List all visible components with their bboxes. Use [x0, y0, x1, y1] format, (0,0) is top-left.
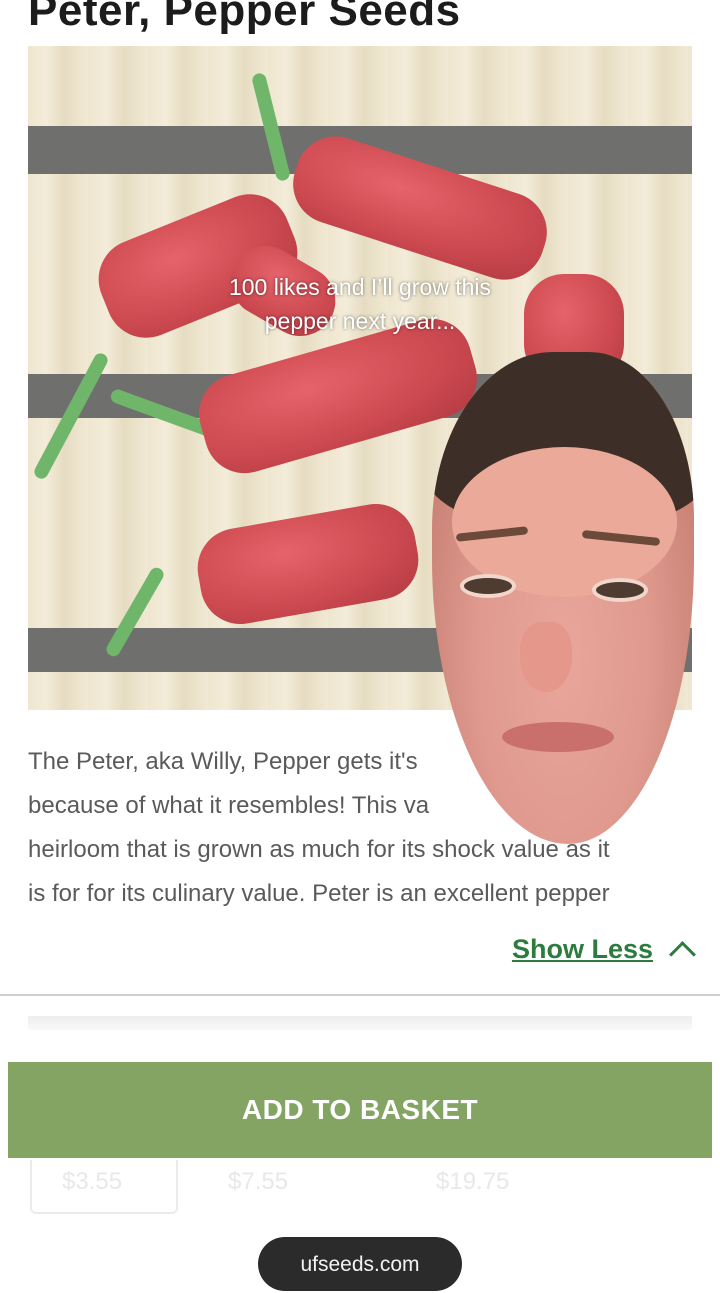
section-divider	[0, 994, 720, 996]
price-option-value: $19.75	[436, 1168, 510, 1195]
options-panel-edge	[28, 1016, 692, 1030]
product-title: Peter, Pepper Seeds	[28, 0, 461, 35]
description-line: is for for its culinary value. Peter is …	[28, 880, 610, 907]
description-line: because of what it resembles! This va	[28, 792, 430, 819]
chevron-up-icon[interactable]	[669, 941, 696, 968]
video-caption: 100 likes and I’ll grow this pepper next…	[150, 270, 570, 338]
site-domain-pill[interactable]: ufseeds.com	[258, 1237, 462, 1291]
caption-line-2: pepper next year...	[264, 308, 456, 334]
description-line: The Peter, aka Willy, Pepper gets it's	[28, 748, 418, 775]
add-to-basket-button[interactable]: ADD TO BASKET	[8, 1062, 712, 1158]
price-option-value: $3.55	[62, 1168, 123, 1195]
price-option-value: $7.55	[228, 1168, 289, 1195]
show-less-toggle[interactable]: Show Less	[512, 934, 696, 968]
caption-line-1: 100 likes and I’ll grow this	[228, 274, 492, 300]
product-description: The Peter, aka Willy, Pepper gets it's b…	[28, 740, 688, 916]
description-line: heirloom that is grown as much for its s…	[28, 836, 610, 863]
show-less-label[interactable]: Show Less	[512, 934, 653, 965]
